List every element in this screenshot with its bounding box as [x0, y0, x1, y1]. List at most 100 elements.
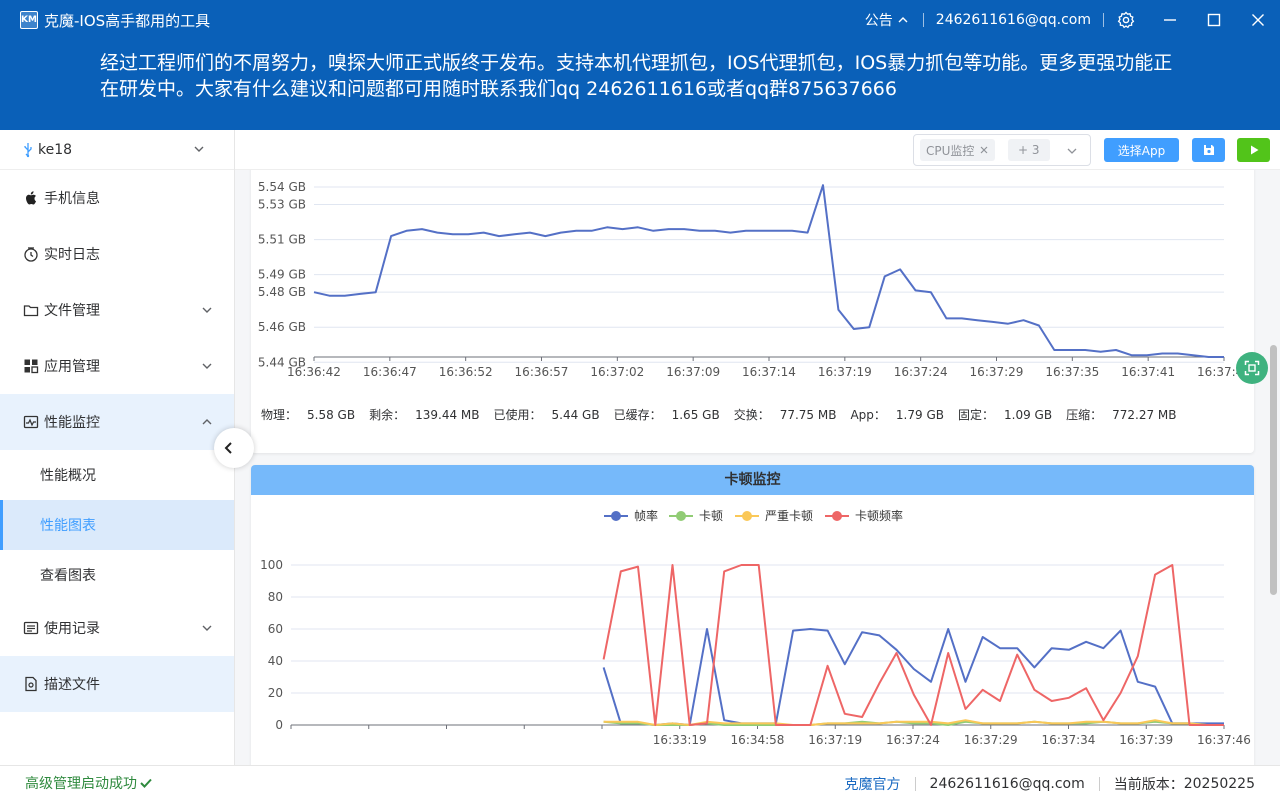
choose-app-button[interactable]: 选择App: [1104, 138, 1179, 162]
submenu-item-performance-charts[interactable]: 性能图表: [0, 500, 234, 550]
memory-stat-value: 5.44 GB: [551, 408, 600, 422]
selected-tag: CPU监控: [920, 139, 996, 161]
x-tick-label: 16:36:52: [439, 365, 493, 379]
apps-icon: [22, 357, 40, 375]
sidebar-item-app-management[interactable]: 应用管理: [0, 338, 234, 394]
usb-icon: [24, 142, 32, 157]
chevron-down-icon: [202, 625, 212, 631]
sidebar-item-file-management[interactable]: 文件管理: [0, 282, 234, 338]
y-tick-label: 5.49 GB: [258, 268, 306, 282]
x-tick-label: 16:37:29: [964, 733, 1018, 747]
x-tick-label: 16:37:19: [808, 733, 862, 747]
x-tick-label: 16:37:34: [1042, 733, 1096, 747]
x-tick-label: 16:37:14: [742, 365, 796, 379]
legend-label: 卡顿: [699, 509, 723, 523]
sidebar-item-label: 描述文件: [44, 677, 100, 693]
y-tick-label: 20: [268, 686, 283, 700]
jank-line-chart: 帧率 卡顿 严重卡顿 卡顿频率 0 20 40 60 80 100 16:33:19 16:34:58…: [260, 508, 1251, 747]
x-tick-label: 16:37:09: [666, 365, 720, 379]
memory-stat-label: 已使用：: [493, 408, 542, 422]
memory-stat: App： 1.79 GB: [850, 406, 944, 423]
settings-button[interactable]: [1104, 0, 1148, 40]
memory-line-chart: total5.44 GB5.46 GB5.48 GB5.49 GB5.51 GB…: [258, 180, 1251, 379]
sidebar-item-performance-monitor[interactable]: 性能监控: [0, 394, 234, 450]
y-tick-label: 5.54 GB: [258, 180, 306, 194]
legend-marker: [742, 511, 752, 521]
sidebar-item-label: 手机信息: [44, 191, 100, 207]
memory-stat-value: 1.09 GB: [1004, 408, 1053, 422]
gear-icon: [1117, 11, 1135, 29]
divider: [922, 13, 924, 27]
y-tick-label: 5.53 GB: [258, 198, 306, 212]
apple-icon: [22, 189, 40, 207]
series-line-卡顿频率: [602, 564, 1224, 726]
jank-card-title: 卡顿监控: [251, 465, 1254, 495]
memory-stat: 固定： 1.09 GB: [958, 406, 1052, 423]
chevron-down-icon: [1067, 148, 1077, 154]
y-tick-label: 5.46 GB: [258, 320, 306, 334]
memory-chart-card: total5.44 GB5.46 GB5.48 GB5.49 GB5.51 GB…: [251, 170, 1254, 453]
y-tick-label: 5.48 GB: [258, 285, 306, 299]
x-tick-label: 16:36:47: [363, 365, 417, 379]
sidebar-item-phone-info[interactable]: 手机信息: [0, 170, 234, 226]
memory-stat: 已使用： 5.44 GB: [494, 406, 600, 423]
announcement-banner: 经过工程师们的不屑努力，嗅探大师正式版终于发布。支持本机代理抓包，IOS代理抓包…: [0, 40, 1280, 130]
sidebar-item-label: 使用记录: [44, 621, 100, 637]
submenu-item-view-charts[interactable]: 查看图表: [0, 550, 234, 600]
scrollbar[interactable]: [1270, 345, 1277, 595]
official-site-link[interactable]: 克魔官方: [845, 774, 901, 794]
y-tick-label: 5.51 GB: [258, 233, 306, 247]
account-email[interactable]: 2462611616@qq.com: [936, 12, 1091, 28]
close-button[interactable]: [1236, 0, 1280, 40]
memory-stat: 物理： 5.58 GB: [261, 406, 355, 423]
memory-stat-label: 已缓存：: [613, 408, 662, 422]
legend-label: 卡顿频率: [855, 508, 903, 523]
x-tick-label: 16:33:19: [653, 733, 707, 747]
start-button[interactable]: [1237, 138, 1270, 162]
memory-stat: 压缩： 772.27 MB: [1066, 406, 1176, 423]
maximize-button[interactable]: [1192, 0, 1236, 40]
y-tick-label: 80: [268, 590, 283, 604]
chevron-down-icon: [202, 363, 212, 369]
profile-icon: [22, 675, 40, 693]
app-logo: KM: [20, 11, 38, 29]
sidebar: ke18 手机信息 实时日志 文件管理 应用管理 性能监控 性能概况 性能图表 …: [0, 130, 235, 765]
monitor-select[interactable]: CPU监控 + 3: [913, 134, 1091, 166]
x-tick-label: 16:37:02: [590, 365, 644, 379]
legend-label: 严重卡顿: [765, 509, 813, 523]
divider: [914, 776, 916, 791]
close-icon: [1252, 14, 1264, 26]
memory-stat-label: 压缩：: [1066, 408, 1103, 422]
save-icon: [1203, 145, 1214, 155]
device-selector[interactable]: ke18: [0, 130, 234, 170]
series-line-帧率: [602, 628, 1224, 726]
footer-email: 2462611616@qq.com: [929, 775, 1085, 792]
submenu-item-performance-overview[interactable]: 性能概况: [0, 450, 234, 500]
x-tick-label: 16:37:46: [1197, 733, 1251, 747]
chevron-up-icon: [898, 17, 908, 23]
chart-legend: 帧率 卡顿 严重卡顿 卡顿频率: [604, 508, 903, 523]
sidebar-collapse-button[interactable]: [214, 428, 254, 468]
sidebar-item-profile-files[interactable]: 描述文件: [0, 656, 234, 712]
memory-stat-value: 5.58 GB: [307, 408, 356, 422]
sidebar-item-realtime-log[interactable]: 实时日志: [0, 226, 234, 282]
x-tick-label: 16:36:42: [287, 365, 341, 379]
memory-stat-value: 772.27 MB: [1112, 408, 1177, 422]
screenshot-icon: [1244, 360, 1260, 376]
sidebar-item-label: 性能监控: [44, 415, 100, 431]
x-tick-label: 16:36:57: [515, 365, 569, 379]
legend-marker: [832, 511, 842, 521]
notice-toggle[interactable]: 公告: [865, 10, 909, 30]
minimize-button[interactable]: [1148, 0, 1192, 40]
memory-stat: 交换： 77.75 MB: [734, 406, 837, 423]
save-button[interactable]: [1192, 138, 1225, 162]
sidebar-item-usage-records[interactable]: 使用记录: [0, 600, 234, 656]
chevron-up-icon: [202, 419, 212, 425]
screenshot-button[interactable]: [1236, 352, 1268, 384]
close-icon[interactable]: [979, 145, 989, 155]
sidebar-item-label: 实时日志: [44, 247, 100, 263]
play-icon: [1250, 145, 1258, 155]
minimize-icon: [1164, 19, 1176, 21]
title-bar: KM 克魔-IOS高手都用的工具 公告 2462611616@qq.com: [0, 0, 1280, 40]
x-tick-label: 16:37:29: [970, 365, 1024, 379]
